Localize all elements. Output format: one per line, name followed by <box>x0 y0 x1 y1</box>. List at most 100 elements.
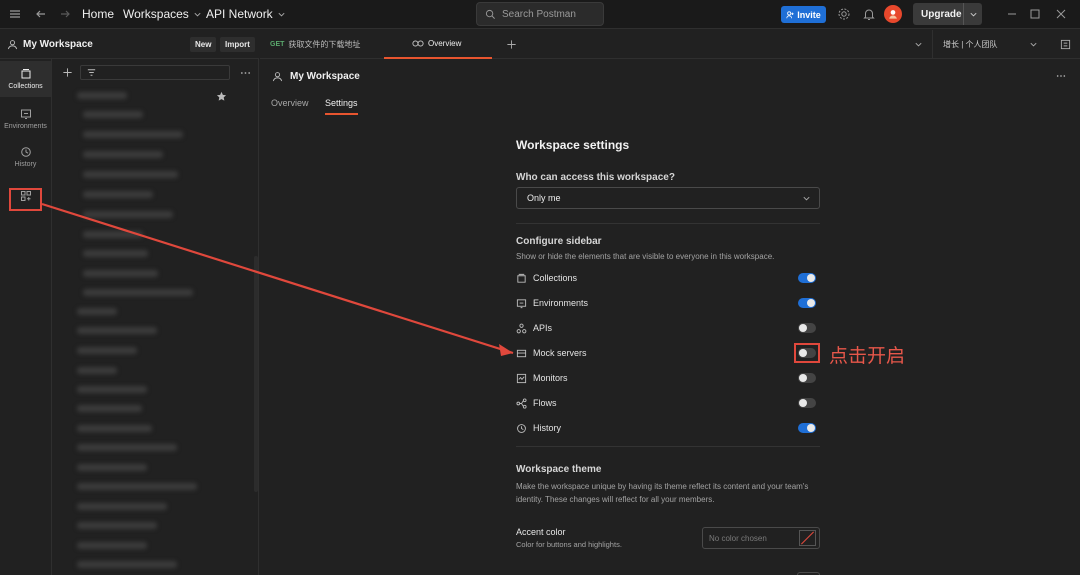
blurred-item <box>77 92 127 99</box>
blurred-item <box>83 151 163 158</box>
blurred-item <box>77 522 157 529</box>
avatar[interactable] <box>884 5 902 23</box>
rail-item-label: History <box>14 161 37 168</box>
nav-home[interactable]: Home <box>82 7 114 21</box>
access-select[interactable]: Only me <box>516 187 820 209</box>
blurred-item <box>77 425 152 432</box>
environments-icon <box>20 109 31 119</box>
blurred-item <box>77 542 147 549</box>
upgrade-button[interactable]: Upgrade <box>913 3 982 25</box>
blurred-item <box>77 367 117 374</box>
more-options-icon[interactable] <box>240 71 251 75</box>
new-tab-plus-icon[interactable] <box>506 39 517 50</box>
divider <box>516 223 820 224</box>
blurred-item <box>77 503 167 510</box>
annotation-text: 点击开启 <box>829 345 906 367</box>
main-header: My Workspace <box>260 59 1080 93</box>
flows-toggle[interactable] <box>798 398 816 408</box>
chevron-down-icon[interactable] <box>914 40 923 49</box>
annotation-highlight-box <box>794 343 820 363</box>
tab-request[interactable]: GET 获取文件的下载地址 <box>260 30 382 59</box>
highlight-box <box>9 188 42 211</box>
blurred-item <box>83 111 143 118</box>
environments-toggle[interactable] <box>798 298 816 308</box>
star-icon[interactable] <box>216 91 227 102</box>
forward-arrow-icon[interactable] <box>57 6 73 22</box>
more-options-icon[interactable] <box>1056 74 1066 78</box>
plus-icon[interactable] <box>62 67 73 78</box>
sidebar-option-mock-servers: Mock servers <box>516 344 820 362</box>
blurred-item <box>83 171 178 178</box>
mock-server-icon <box>516 349 527 357</box>
rail-item-label: Collections <box>8 83 43 90</box>
notification-bell-icon[interactable] <box>861 6 877 22</box>
collections-icon <box>21 69 30 79</box>
blurred-item <box>77 561 177 568</box>
sidebar-scrollbar[interactable] <box>254 256 258 492</box>
monitors-icon <box>516 373 527 383</box>
color-swatch[interactable] <box>799 530 816 546</box>
monitors-toggle[interactable] <box>798 373 816 383</box>
minimize-icon[interactable] <box>1004 6 1020 22</box>
environment-quick-look-icon[interactable] <box>1060 39 1071 50</box>
chevron-down-icon <box>1030 42 1037 47</box>
environment-selector[interactable]: 增长 | 个人团队 <box>932 30 1048 58</box>
invite-button[interactable]: Invite <box>781 6 826 23</box>
filter-input[interactable] <box>80 65 230 80</box>
workspace-icon <box>412 40 424 47</box>
tab-settings[interactable]: Settings <box>325 98 358 115</box>
chevron-down-icon <box>278 12 285 16</box>
new-button[interactable]: New <box>190 37 217 52</box>
divider <box>516 446 820 447</box>
nav-workspaces[interactable]: Workspaces <box>123 7 202 21</box>
blurred-item <box>83 289 193 296</box>
chevron-down-icon[interactable] <box>963 3 982 25</box>
search-input[interactable]: Search Postman <box>476 2 604 26</box>
rail-item-collections[interactable]: Collections <box>0 61 51 97</box>
apis-toggle[interactable] <box>798 323 816 333</box>
user-icon <box>272 72 283 82</box>
access-label: Who can access this workspace? <box>516 172 675 183</box>
blurred-item <box>83 231 143 238</box>
blurred-item <box>77 327 157 334</box>
tab-overview-sub[interactable]: Overview <box>271 98 309 108</box>
apis-icon <box>516 323 527 333</box>
blurred-item <box>83 250 148 257</box>
close-icon[interactable] <box>1053 6 1069 22</box>
sidebar-config-heading: Configure sidebar <box>516 236 602 247</box>
sidebar-toolbar <box>53 59 259 86</box>
flows-icon <box>516 397 527 409</box>
tab-label: Overview <box>428 39 462 48</box>
maximize-icon[interactable] <box>1027 6 1043 22</box>
option-label: APIs <box>533 323 553 333</box>
add-user-icon <box>786 10 794 18</box>
import-button[interactable]: Import <box>220 37 255 52</box>
search-placeholder: Search Postman <box>502 8 576 20</box>
settings-heading: Workspace settings <box>516 138 630 152</box>
accent-label: Accent color <box>516 527 566 537</box>
accent-color-input[interactable]: No color chosen <box>702 527 820 549</box>
subtabs: Overview Settings <box>260 93 1080 115</box>
sidebar-option-environments: Environments <box>516 294 820 312</box>
sidebar-config-desc: Show or hide the elements that are visib… <box>516 252 775 261</box>
access-value: Only me <box>527 193 561 203</box>
left-rail: Collections Environments History <box>0 59 52 575</box>
tab-overview[interactable]: Overview <box>384 30 492 59</box>
settings-gear-icon[interactable] <box>836 6 852 22</box>
blurred-item <box>77 347 137 354</box>
option-label: Mock servers <box>533 348 587 358</box>
tab-label: 获取文件的下载地址 <box>288 40 361 49</box>
environments-icon <box>516 298 527 308</box>
nav-api-network[interactable]: API Network <box>206 7 286 21</box>
back-arrow-icon[interactable] <box>33 6 49 22</box>
history-toggle[interactable] <box>798 423 816 433</box>
rail-item-environments[interactable]: Environments <box>0 101 51 137</box>
collections-toggle[interactable] <box>798 273 816 283</box>
rail-item-history[interactable]: History <box>0 139 51 175</box>
search-icon <box>485 9 495 19</box>
chevron-down-icon <box>194 12 201 16</box>
workspace-title: My Workspace <box>23 39 93 50</box>
chevron-down-icon <box>803 196 810 201</box>
menu-icon[interactable] <box>7 6 23 22</box>
sidebar-option-flows: Flows <box>516 394 820 412</box>
